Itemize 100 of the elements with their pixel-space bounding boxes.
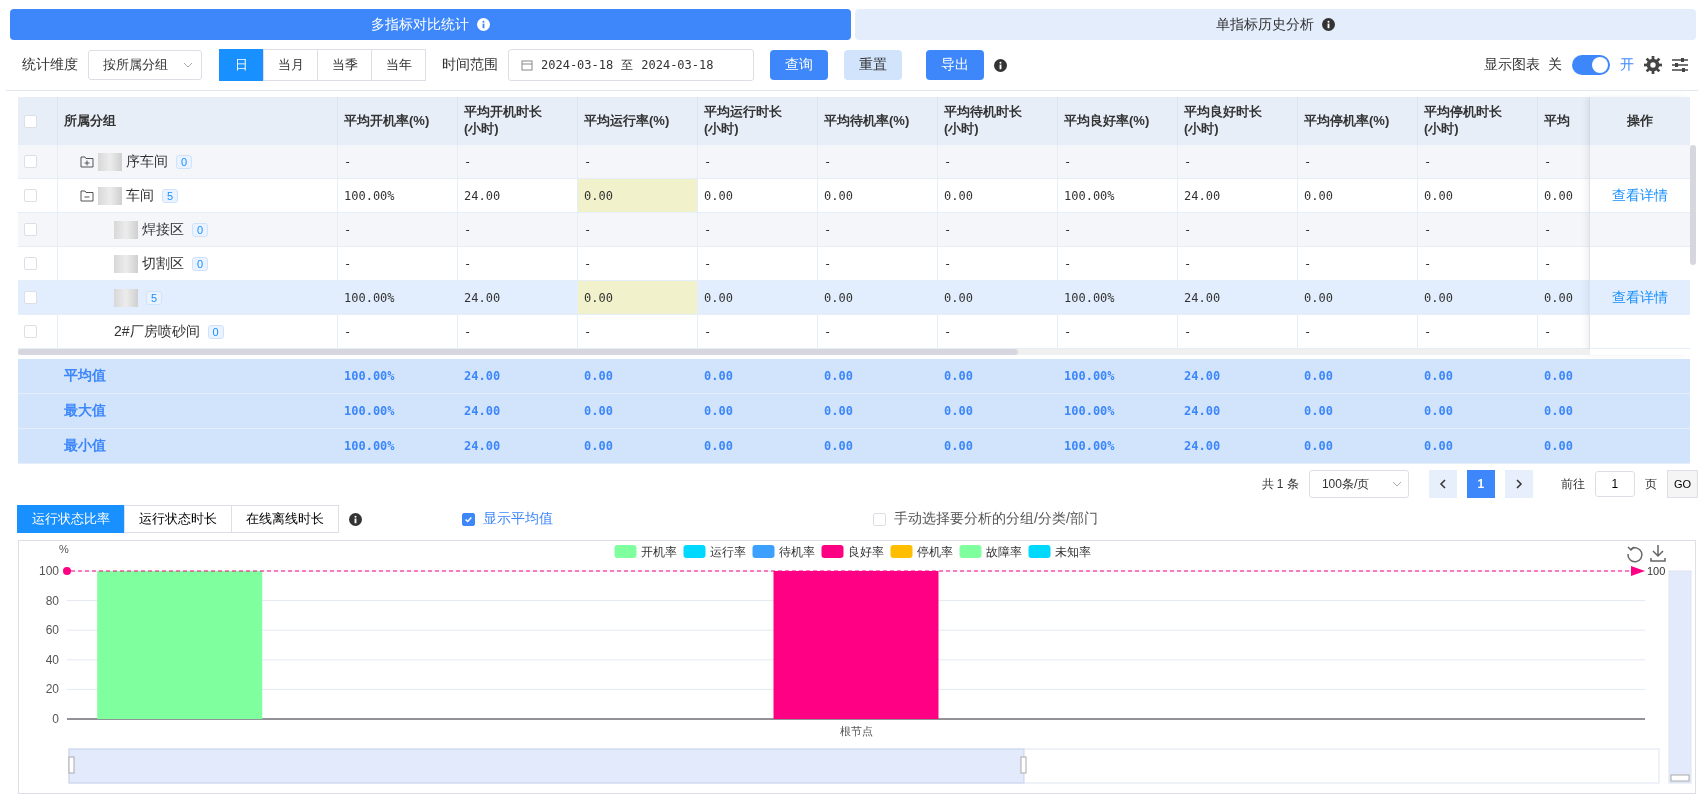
table-cell: - (1178, 145, 1298, 178)
table-cell: - (938, 315, 1058, 348)
group-name[interactable]: 车间 (126, 186, 154, 205)
vertical-scrollbar[interactable] (1690, 145, 1696, 265)
summary-cell-text: 0.00 (1423, 403, 1454, 420)
table-row[interactable]: 5 100.00% 24.00 0.00 0.00 0.00 0.00 100.00% 24.00 0.00 0.00 0.00 (18, 281, 1590, 315)
group-name[interactable]: 切割区 (142, 254, 184, 273)
tab[interactable]: 单指标历史分析 (855, 9, 1696, 40)
row-checkbox[interactable] (24, 257, 37, 270)
summary-cell-text: 24.00 (463, 368, 502, 385)
collapse-icon[interactable] (80, 189, 94, 202)
toggle-label: 显示图表 (1484, 56, 1540, 74)
table-cell: - (818, 145, 938, 178)
table-cell: 0.00 (1298, 179, 1418, 212)
info-icon[interactable] (349, 512, 362, 526)
chevron-right-icon (1514, 479, 1523, 489)
table-cell: - (458, 315, 578, 348)
table-cell: - (458, 247, 578, 280)
legend-item[interactable]: 良好率 (821, 545, 884, 559)
range-separator: 至 (621, 56, 634, 74)
average-checkbox[interactable]: 显示平均值 (462, 510, 553, 528)
expand-icon[interactable] (80, 155, 94, 168)
count-badge: 0 (192, 222, 209, 237)
page-input[interactable]: 1 (1594, 471, 1635, 497)
summary-cell-text: 0.00 (943, 368, 974, 385)
table-cell: - (1058, 145, 1178, 178)
caret-icon (183, 62, 193, 68)
period-tab[interactable]: 当季 (317, 49, 372, 81)
table-row[interactable]: 2#厂房喷砂间 0 - - - - - - - - - - - (18, 315, 1590, 349)
table-cell: - (1298, 145, 1418, 178)
legend-label: 待机率 (778, 545, 815, 559)
reset-button[interactable]: 重置 (844, 50, 902, 80)
table-cell: - (1178, 213, 1298, 246)
axis-tick-label: 60 (45, 623, 59, 638)
legend-item[interactable]: 开机率 (614, 545, 677, 559)
vertical-zoom-slider[interactable] (1668, 570, 1692, 784)
legend-label: 良好率 (847, 545, 884, 559)
settings-icon[interactable] (1644, 56, 1662, 74)
table-cell: 0.00 (698, 179, 818, 212)
legend-label: 未知率 (1054, 545, 1091, 559)
summary-cell-text: 0.00 (1543, 368, 1574, 385)
go-button[interactable]: GO (1666, 470, 1698, 498)
group-name[interactable]: 焊接区 (142, 220, 184, 239)
row-checkbox[interactable] (24, 189, 37, 202)
previous-page-button[interactable] (1428, 470, 1457, 498)
table-cell: - (578, 247, 698, 280)
summary-cell-text: 0.00 (583, 368, 614, 385)
summary-cell-text: 100.00% (343, 438, 396, 455)
row-checkbox[interactable] (24, 325, 37, 338)
row-checkbox[interactable] (24, 291, 37, 304)
table-cell: - (578, 145, 698, 178)
highlighted-cell: 0.00 (578, 179, 698, 212)
table-cell: - (578, 315, 698, 348)
legend-label: 故障率 (985, 545, 1022, 559)
table-row[interactable]: 焊接区 0 - - - - - - - - - - - (18, 213, 1590, 247)
summary-label: 平均值 (63, 366, 107, 385)
group-name[interactable]: 序车间 (126, 152, 168, 171)
summary-cell-text: 0.00 (823, 438, 854, 455)
chart-toggle[interactable] (1572, 55, 1610, 75)
dimension-select[interactable]: 按所属分组 (88, 50, 202, 80)
table-row[interactable]: 序车间 0 - - - - - - - - - - - (18, 145, 1590, 179)
group-name[interactable]: 2#厂房喷砂间 (114, 322, 200, 341)
info-icon[interactable] (1322, 18, 1335, 31)
legend-item[interactable]: 停机率 (890, 545, 953, 559)
table-cell: 24.00 (1178, 281, 1298, 314)
info-icon[interactable] (994, 58, 1007, 72)
chart-tab[interactable]: 运行状态时长 (124, 505, 232, 533)
summary-cell-text: 0.00 (1303, 438, 1334, 455)
axis-unit: % (59, 543, 69, 555)
line-start-dot (63, 567, 71, 575)
manual-select-checkbox[interactable]: 手动选择要分析的分组/分类/部门 (873, 510, 1098, 528)
table-cell: 0.00 (698, 281, 818, 314)
next-page-button[interactable] (1504, 470, 1533, 498)
legend-item[interactable]: 待机率 (752, 545, 815, 559)
count-badge: 0 (176, 154, 193, 169)
table-cell: - (1418, 315, 1538, 348)
table-cell: 0.00 (938, 281, 1058, 314)
summary-cell-text: 24.00 (463, 403, 502, 420)
table-row[interactable]: 车间 5 100.00% 24.00 0.00 0.00 0.00 0.00 100.00% 24.00 0.00 0.00 0.00 (18, 179, 1590, 213)
refresh-icon[interactable] (1627, 546, 1643, 563)
horizontal-scrollbar[interactable] (18, 349, 1018, 355)
row-checkbox[interactable] (24, 155, 37, 168)
download-icon[interactable] (1650, 544, 1666, 562)
caret-icon (1391, 481, 1402, 487)
row-checkbox[interactable] (24, 223, 37, 236)
date-range-field[interactable]: 2024-03-18 至 2024-03-18 (508, 49, 754, 81)
legend-item[interactable]: 故障率 (959, 545, 1022, 559)
filter-label: 时间范围 (442, 56, 498, 74)
legend-item[interactable]: 运行率 (683, 545, 746, 559)
period-tab[interactable]: 当月 (263, 49, 318, 81)
summary-cell-text: 0.00 (823, 368, 854, 385)
page-size-select[interactable]: 100条/页 (1308, 470, 1409, 498)
table-row[interactable]: 切割区 0 - - - - - - - - - - - (18, 247, 1590, 281)
zoom-slider[interactable] (68, 748, 1660, 784)
legend-item[interactable]: 未知率 (1028, 545, 1091, 559)
period-tab[interactable]: 当年 (371, 49, 426, 81)
select-all-checkbox[interactable] (24, 114, 37, 128)
chart-tab[interactable]: 在线离线时长 (231, 505, 339, 533)
calendar-icon (521, 59, 533, 71)
sliders-icon[interactable] (1672, 57, 1688, 73)
